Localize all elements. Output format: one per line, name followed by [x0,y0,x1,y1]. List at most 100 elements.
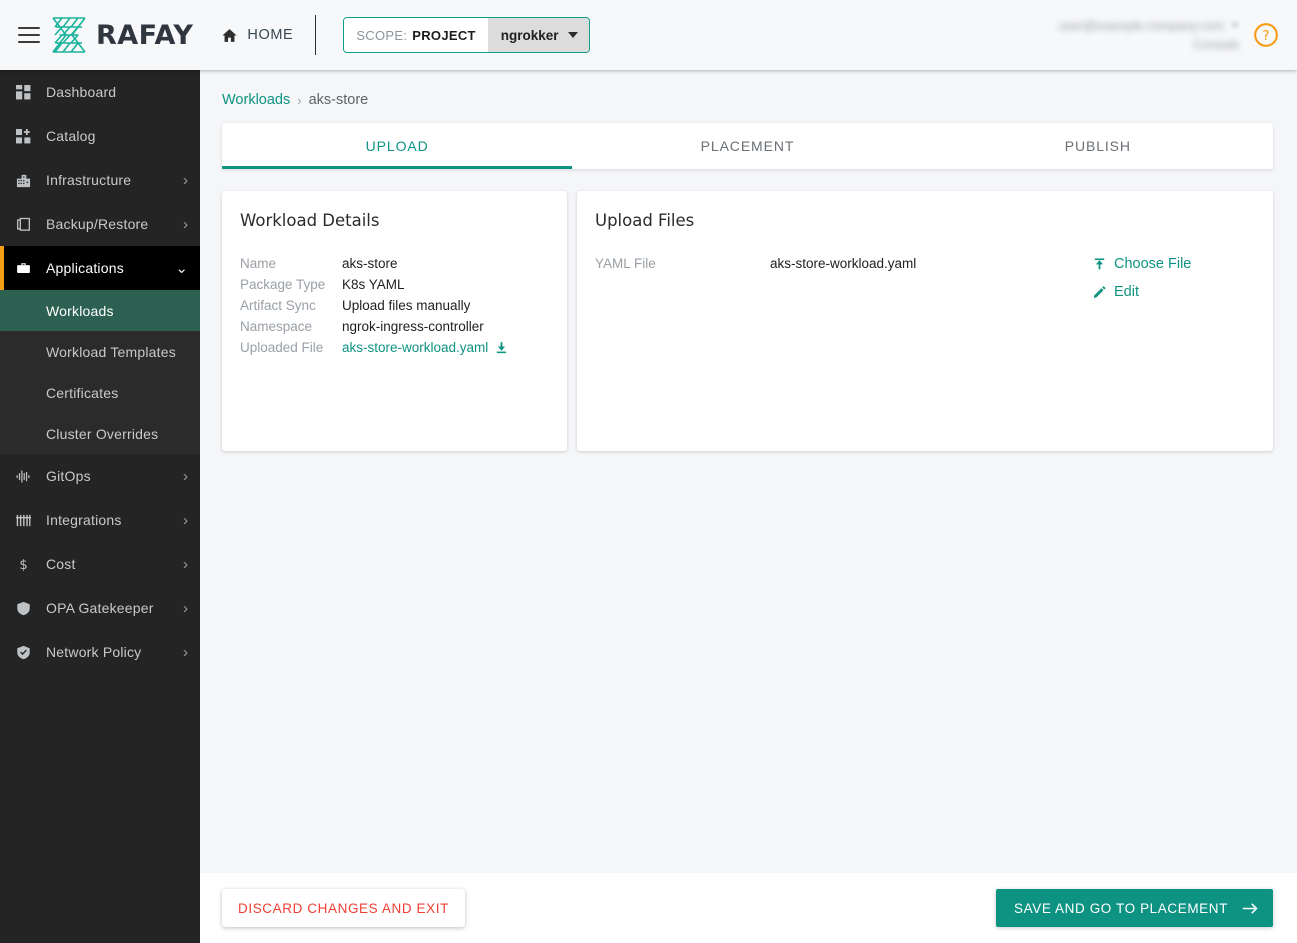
chevron-right-icon: › [183,557,188,572]
sidebar-item-label: Catalog [46,128,188,144]
save-and-go-to-placement-button[interactable]: SAVE AND GO TO PLACEMENT [996,889,1273,927]
workload-details-card: Workload Details Name aks-store Package … [222,191,567,451]
project-name: ngrokker [501,28,559,43]
sidebar-item-dashboard[interactable]: Dashboard [0,70,200,114]
action-bar: DISCARD CHANGES AND EXIT SAVE AND GO TO … [200,873,1297,943]
download-icon[interactable] [495,341,508,354]
upload-files-card: Upload Files YAML File aks-store-workloa… [577,191,1273,451]
tab-placement[interactable]: PLACEMENT [572,123,922,169]
edit-label: Edit [1114,284,1139,300]
shield-check-icon [12,645,34,660]
breadcrumb-separator: › [297,93,301,108]
upload-icon [1093,257,1106,271]
sidebar-item-cost[interactable]: $ Cost › [0,542,200,586]
sidebar-subitem-label: Workloads [46,303,114,319]
brand-name: RAFAY [96,20,193,51]
sidebar-subitem-label: Cluster Overrides [46,426,158,442]
header-divider [315,15,316,55]
workload-tabs: UPLOAD PLACEMENT PUBLISH [222,123,1273,169]
file-actions: Choose File Edit [1093,256,1253,300]
detail-key: Artifact Sync [240,298,342,313]
edit-button[interactable]: Edit [1093,284,1253,300]
detail-row-namespace: Namespace ngrok-ingress-controller [240,319,547,334]
sidebar-item-label: Infrastructure [46,172,183,188]
home-nav-link[interactable]: HOME [221,27,293,44]
sidebar-item-label: Applications [46,260,175,276]
uploaded-file-link[interactable]: aks-store-workload.yaml [342,340,508,355]
detail-row-uploaded-file: Uploaded File aks-store-workload.yaml [240,340,547,355]
detail-row-package-type: Package Type K8s YAML [240,277,547,292]
user-role: Console [1193,38,1239,52]
scope-static: SCOPE: PROJECT [344,18,487,52]
chevron-down-icon [568,32,578,38]
yaml-file-label: YAML File [595,256,770,271]
sidebar-item-applications[interactable]: Applications ⌄ [0,246,200,290]
chevron-down-icon: ⌄ [175,261,188,276]
scope-selector[interactable]: SCOPE: PROJECT ngrokker [343,17,589,53]
tab-label: PUBLISH [1065,138,1131,154]
home-icon [221,27,238,44]
sidebar-item-catalog[interactable]: Catalog [0,114,200,158]
detail-key: Name [240,256,342,271]
sidebar-item-integrations[interactable]: Integrations › [0,498,200,542]
breadcrumb-parent-link[interactable]: Workloads [222,92,290,108]
chevron-right-icon: › [183,217,188,232]
copy-icon [12,217,34,232]
main-content: Workloads › aks-store UPLOAD PLACEMENT P… [200,70,1297,873]
uploaded-file-name: aks-store-workload.yaml [342,340,488,355]
grid-icon [12,85,34,100]
sidebar-item-gitops[interactable]: GitOps › [0,454,200,498]
brand-logo[interactable]: RAFAY [50,15,193,55]
breadcrumb: Workloads › aks-store [200,70,1297,108]
sidebar-item-opa-gatekeeper[interactable]: OPA Gatekeeper › [0,586,200,630]
sidebar-item-label: GitOps [46,468,183,484]
sidebar-subgroup-applications: Workloads Workload Templates Certificate… [0,290,200,454]
help-circle-icon[interactable]: ? [1253,22,1279,48]
yaml-file-name: aks-store-workload.yaml [770,256,1093,271]
catalog-icon [12,129,34,144]
chevron-right-icon: › [183,469,188,484]
cards-row: Workload Details Name aks-store Package … [222,191,1273,451]
shield-icon [12,601,34,616]
breadcrumb-current: aks-store [309,92,369,108]
choose-file-button[interactable]: Choose File [1093,256,1253,272]
user-menu[interactable]: user@example-company.com Console [1059,19,1239,52]
tab-label: PLACEMENT [701,138,795,154]
sliders-icon [12,513,34,528]
card-title: Upload Files [595,211,1253,230]
tab-upload[interactable]: UPLOAD [222,123,572,169]
sidebar-item-workloads[interactable]: Workloads [0,290,200,331]
sidebar-subitem-label: Certificates [46,385,118,401]
discard-changes-button[interactable]: DISCARD CHANGES AND EXIT [222,889,465,927]
chevron-right-icon: › [183,645,188,660]
detail-value: K8s YAML [342,277,405,292]
sidebar-item-network-policy[interactable]: Network Policy › [0,630,200,674]
chevron-right-icon: › [183,173,188,188]
tab-publish[interactable]: PUBLISH [923,123,1273,169]
detail-key: Uploaded File [240,340,342,355]
chevron-down-icon [1231,23,1239,28]
sidebar-item-backup-restore[interactable]: Backup/Restore › [0,202,200,246]
sidebar-item-certificates[interactable]: Certificates [0,372,200,413]
choose-file-label: Choose File [1114,256,1191,272]
sidebar-item-label: Integrations [46,512,183,528]
rafay-logo-icon [50,15,88,55]
card-title: Workload Details [240,211,547,230]
hamburger-menu-icon[interactable] [18,27,40,43]
chevron-right-icon: › [183,513,188,528]
sidebar-item-infrastructure[interactable]: Infrastructure › [0,158,200,202]
detail-key: Namespace [240,319,342,334]
header-right: user@example-company.com Console ? [1059,19,1297,52]
dollar-icon: $ [12,557,34,572]
scope-value: PROJECT [412,28,476,43]
sidebar-subitem-label: Workload Templates [46,344,176,360]
sidebar-item-cluster-overrides[interactable]: Cluster Overrides [0,413,200,454]
project-dropdown[interactable]: ngrokker [488,18,589,52]
briefcase-icon [12,261,34,276]
app-root: RAFAY HOME SCOPE: PROJECT ngrokker user@… [0,0,1297,943]
detail-key: Package Type [240,277,342,292]
sidebar-item-workload-templates[interactable]: Workload Templates [0,331,200,372]
pulse-icon [12,469,34,484]
sidebar-item-label: Cost [46,556,183,572]
top-header: RAFAY HOME SCOPE: PROJECT ngrokker user@… [0,0,1297,70]
